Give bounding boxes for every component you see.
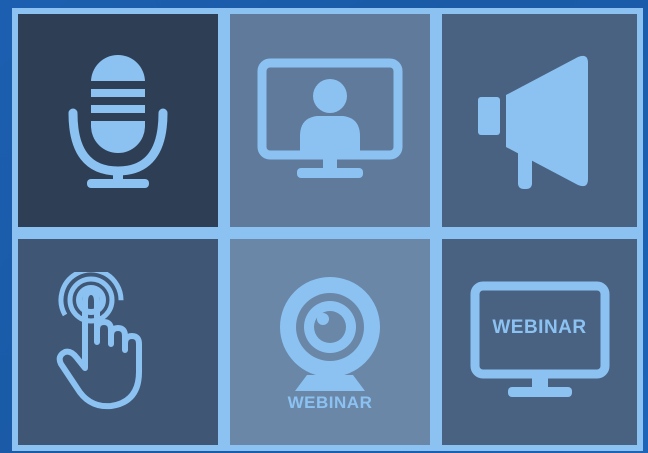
microphone-icon	[63, 51, 173, 191]
webinar-monitor-icon: WEBINAR	[470, 281, 610, 403]
webcam-icon	[265, 271, 395, 399]
megaphone-icon	[470, 51, 610, 191]
video-call-monitor-icon	[255, 56, 405, 186]
monitor-webinar-label: WEBINAR	[492, 317, 587, 338]
webcam-webinar-label: WEBINAR	[287, 393, 373, 412]
tile-webinar-monitor: WEBINAR	[442, 239, 637, 445]
tile-touch	[18, 239, 218, 445]
touch-hand-icon	[53, 272, 183, 412]
icon-grid-frame: WEBINAR WEBINAR	[12, 8, 643, 451]
tile-megaphone	[442, 14, 637, 227]
tile-video-call	[230, 14, 430, 227]
tile-microphone	[18, 14, 218, 227]
tile-webcam: WEBINAR	[230, 239, 430, 445]
